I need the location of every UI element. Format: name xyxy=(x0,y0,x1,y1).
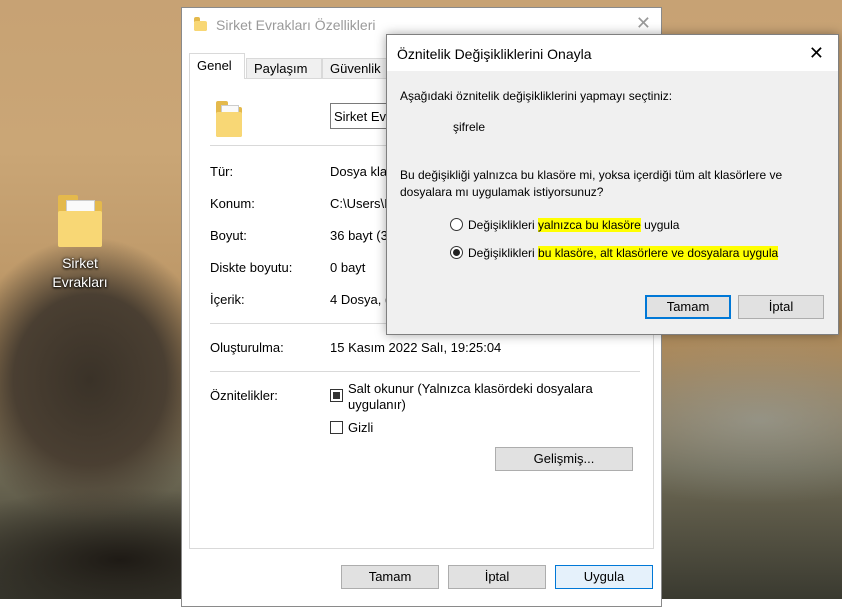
type-value: Dosya kla xyxy=(330,164,388,179)
folder-icon xyxy=(194,17,207,31)
location-value: C:\Users\I xyxy=(330,196,388,211)
tab-guvenlik[interactable]: Güvenlik xyxy=(322,58,392,78)
contents-value: 4 Dosya, ( xyxy=(330,292,390,307)
desktop-icon-label: Sirket Evrakları xyxy=(52,255,108,290)
highlighted-text: alt klasörlere ve dosyalara uygula xyxy=(600,246,779,260)
desktop-folder-icon[interactable]: Sirket Evrakları xyxy=(42,195,118,292)
properties-title: Sirket Evrakları Özellikleri xyxy=(216,17,376,33)
close-icon[interactable]: ✕ xyxy=(636,13,651,34)
folder-icon xyxy=(216,101,242,137)
readonly-checkbox[interactable] xyxy=(330,389,343,402)
option-this-folder-radio[interactable] xyxy=(450,218,463,231)
contents-label: İçerik: xyxy=(210,292,245,307)
ok-button[interactable]: Tamam xyxy=(341,565,439,589)
attributes-label: Öznitelikler: xyxy=(210,388,278,403)
size-label: Boyut: xyxy=(210,228,247,243)
tab-paylasim[interactable]: Paylaşım xyxy=(246,58,322,78)
disk-size-label: Diskte boyutu: xyxy=(210,260,293,275)
option-text: uygula xyxy=(640,218,680,232)
highlighted-text: bu klasöre xyxy=(538,246,594,260)
change-text: şifrele xyxy=(453,120,486,134)
option-all-radio[interactable] xyxy=(450,246,463,259)
separator xyxy=(210,371,640,372)
question-text: Bu değişikliği yalnızca bu klasöre mi, y… xyxy=(400,168,783,199)
type-label: Tür: xyxy=(210,164,234,179)
confirm-attribute-dialog: Öznitelik Değişikliklerini Onayla ✕ Aşağ… xyxy=(386,34,839,335)
hidden-label: Gizli xyxy=(348,420,374,435)
hidden-checkbox[interactable] xyxy=(330,421,343,434)
confirm-title: Öznitelik Değişikliklerini Onayla xyxy=(397,46,592,62)
created-value: 15 Kasım 2022 Salı, 19:25:04 xyxy=(330,340,502,355)
confirm-titlebar[interactable]: Öznitelik Değişikliklerini Onayla ✕ xyxy=(387,35,838,71)
advanced-button[interactable]: Gelişmiş... xyxy=(495,447,633,471)
close-icon[interactable]: ✕ xyxy=(809,43,824,64)
readonly-label: Salt okunur (Yalnızca klasördeki dosyala… xyxy=(348,381,593,412)
option-text: Değişiklikleri xyxy=(468,246,539,260)
intro-text: Aşağıdaki öznitelik değişikliklerini yap… xyxy=(400,89,673,103)
option-text: Değişiklikleri xyxy=(468,218,539,232)
folder-icon xyxy=(58,195,102,247)
confirm-ok-button[interactable]: Tamam xyxy=(645,295,731,319)
created-label: Oluşturulma: xyxy=(210,340,284,355)
option-this-folder-label[interactable]: Değişiklikleri yalnızca bu klasöre uygul… xyxy=(468,217,679,233)
tab-genel[interactable]: Genel xyxy=(189,53,245,79)
highlighted-text: yalnızca bu klasöre xyxy=(538,218,641,232)
disk-size-value: 0 bayt xyxy=(330,260,366,275)
cancel-button[interactable]: İptal xyxy=(448,565,546,589)
option-all-label[interactable]: Değişiklikleri bu klasöre, alt klasörler… xyxy=(468,245,779,261)
location-label: Konum: xyxy=(210,196,255,211)
confirm-cancel-button[interactable]: İptal xyxy=(738,295,824,319)
apply-button[interactable]: Uygula xyxy=(555,565,653,589)
